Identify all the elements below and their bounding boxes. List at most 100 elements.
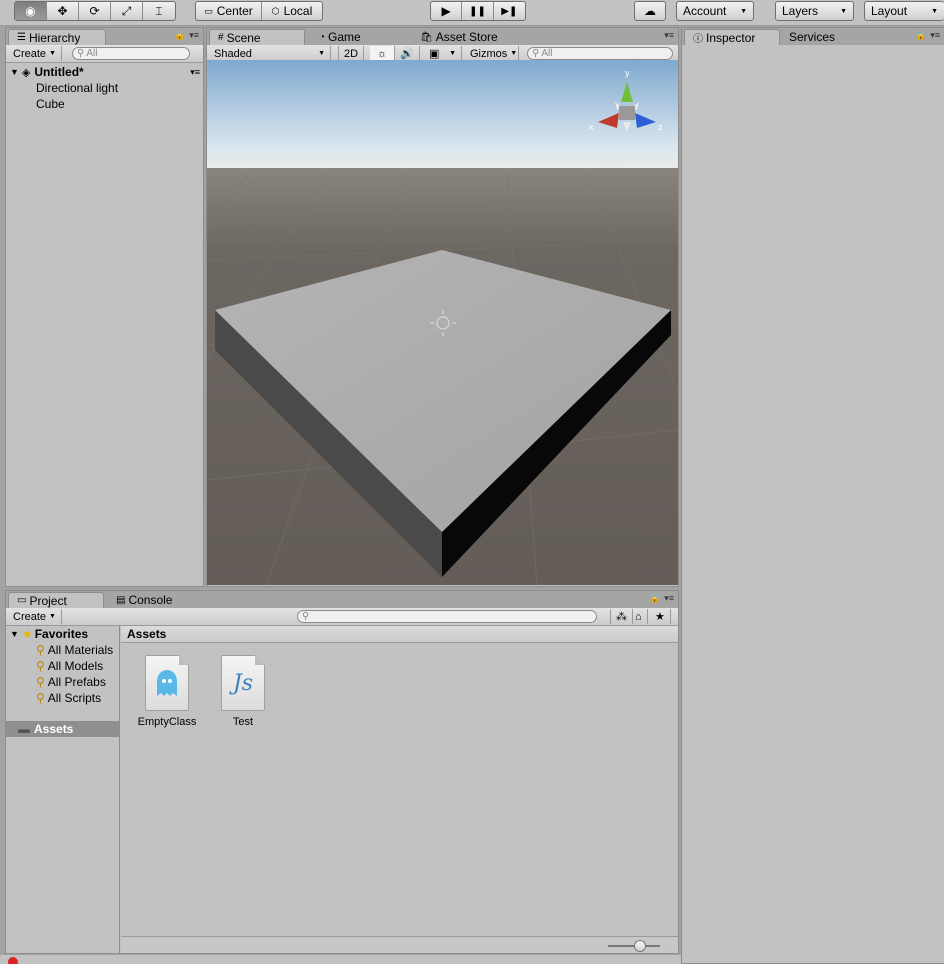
pause-icon: ❚❚	[469, 5, 486, 17]
project-toolbar: Create ▼ ⚲ ⁂ ⌂ ★	[6, 608, 678, 626]
scene-name: Untitled*	[34, 65, 84, 79]
panel-menu-icon[interactable]: ▾≡	[664, 30, 674, 41]
hierarchy-item-cube[interactable]: Cube	[36, 96, 65, 112]
hierarchy-search-input[interactable]: ⚲ All	[72, 47, 190, 60]
hierarchy-toolbar: Create ▼ ⚲ All	[6, 45, 203, 63]
scene-viewport[interactable]: y x z Persp	[207, 60, 678, 585]
project-search-input[interactable]: ⚲	[297, 610, 597, 623]
shading-mode-dropdown[interactable]: Shaded ▼	[209, 46, 331, 61]
eye-icon: ◉	[25, 4, 36, 18]
toggle-2d-button[interactable]: 2D	[338, 46, 364, 61]
slider-thumb[interactable]	[634, 940, 646, 952]
tab-asset-store[interactable]: 🛍 Asset Store	[412, 29, 506, 45]
hierarchy-tree: ▼ ◈ Untitled* ▾≡ Directional light Cube	[6, 63, 203, 583]
space-local-button[interactable]: ⬡ Local	[262, 2, 322, 20]
panel-menu-icon[interactable]: ▾≡	[930, 30, 940, 41]
layers-dropdown[interactable]: Layers ▼	[775, 1, 854, 21]
console-icon: ▤	[116, 594, 126, 606]
caret-down-icon: ▼	[510, 50, 518, 57]
tab-hierarchy[interactable]: ☰ Hierarchy	[8, 29, 106, 45]
tab-scene[interactable]: # Scene	[209, 29, 305, 45]
rotate-tool-button[interactable]: ⟳	[79, 2, 111, 20]
play-controls: ▶ ❚❚ ▶❚	[430, 1, 526, 21]
pivot-icon: ▭	[204, 5, 213, 16]
triangle-down-icon[interactable]: ▼	[10, 629, 19, 639]
pause-button[interactable]: ❚❚	[462, 2, 494, 20]
tab-inspector[interactable]: ⓘ Inspector	[684, 29, 780, 45]
tab-game[interactable]: ◔ Game	[311, 29, 369, 45]
layout-dropdown[interactable]: Layout ▼	[864, 1, 944, 21]
project-footer	[121, 936, 678, 953]
list-icon: ☰	[17, 32, 26, 43]
favorite-all-scripts[interactable]: ⚲ All Scripts	[36, 690, 101, 706]
assets-folder-row[interactable]: ▬ Assets	[6, 721, 119, 737]
asset-test-script[interactable]: Js Test	[213, 655, 273, 728]
favorite-all-prefabs[interactable]: ⚲ All Prefabs	[36, 674, 106, 690]
tab-services[interactable]: Services	[781, 29, 843, 45]
hierarchy-item-directional-light[interactable]: Directional light	[36, 80, 118, 96]
project-assets-view: Assets EmptyClass Js Test	[121, 626, 678, 953]
project-create-button[interactable]: Create ▼	[8, 609, 62, 624]
axis-y-label: y	[625, 68, 630, 78]
scale-tool-button[interactable]: ⤢	[111, 2, 143, 20]
lock-icon[interactable]: 🔒	[649, 593, 660, 604]
account-dropdown[interactable]: Account ▼	[676, 1, 754, 21]
caret-down-icon: ▼	[49, 50, 56, 57]
caret-down-icon: ▼	[318, 50, 325, 57]
error-icon[interactable]	[8, 957, 18, 964]
folder-icon: ▬	[18, 722, 30, 736]
scene-menu-icon[interactable]: ▾≡	[190, 67, 200, 78]
scene-root-row[interactable]: ▼ ◈ Untitled* ▾≡	[10, 64, 202, 80]
rect-tool-button[interactable]: ⌶	[143, 2, 175, 20]
persp-label[interactable]: Persp	[603, 158, 627, 168]
scene-canvas: y x z Persp	[207, 60, 678, 585]
scene-tabbar: # Scene ◔ Game 🛍 Asset Store ▾≡	[207, 28, 678, 45]
audio-toggle[interactable]: 🔊	[395, 46, 420, 61]
panel-menu-icon[interactable]: ▾≡	[664, 593, 674, 604]
caret-down-icon: ▼	[49, 613, 56, 620]
lock-icon[interactable]: 🔒	[915, 30, 926, 41]
filter-by-label-button[interactable]: ⌂	[630, 609, 648, 624]
play-icon: ▶	[441, 4, 451, 18]
scale-icon: ⤢	[121, 3, 132, 18]
inspector-panel: ⓘ Inspector Services 🔒 ▾≡	[681, 27, 944, 964]
hierarchy-panel: ☰ Hierarchy 🔒 ▾≡ Create ▼ ⚲ All ▼ ◈ Untitled…	[5, 27, 204, 587]
search-icon: ⚲	[36, 659, 45, 673]
transform-tools: ◉ ✥ ⟳ ⤢ ⌶	[14, 1, 176, 21]
project-tabbar: ▭ Project ▤ Console 🔒 ▾≡	[6, 591, 678, 608]
view-tool-button[interactable]: ◉	[15, 2, 47, 20]
favorite-all-materials[interactable]: ⚲ All Materials	[36, 642, 113, 658]
speaker-icon: 🔊	[400, 48, 414, 60]
search-icon: ⚲	[36, 691, 45, 705]
save-search-button[interactable]: ★	[650, 609, 671, 624]
triangle-down-icon[interactable]: ▼	[10, 67, 19, 77]
pivot-toggles: ▭ Center ⬡ Local	[195, 1, 323, 21]
favorite-all-models[interactable]: ⚲ All Models	[36, 658, 103, 674]
favorites-row[interactable]: ▼ ★ Favorites	[10, 626, 88, 642]
hierarchy-tabbar: ☰ Hierarchy 🔒 ▾≡	[6, 28, 203, 45]
move-icon: ✥	[57, 4, 68, 18]
step-icon: ▶❚	[501, 5, 518, 17]
hierarchy-create-button[interactable]: Create ▼	[8, 46, 62, 61]
pivot-center-button[interactable]: ▭ Center	[196, 2, 262, 20]
js-icon: Js	[232, 670, 254, 696]
move-tool-button[interactable]: ✥	[47, 2, 79, 20]
tab-console[interactable]: ▤ Console	[108, 592, 180, 608]
asset-empty-class[interactable]: EmptyClass	[137, 655, 197, 728]
caret-down-icon: ▼	[740, 7, 747, 15]
cloud-button[interactable]: ☁	[634, 1, 666, 21]
axis-z-label: z	[658, 122, 663, 132]
effects-dropdown[interactable]: ▣ ▼	[424, 46, 462, 61]
lighting-toggle[interactable]: ☼	[370, 46, 395, 61]
asset-label: EmptyClass	[137, 716, 197, 728]
play-button[interactable]: ▶	[431, 2, 463, 20]
gizmos-dropdown[interactable]: Gizmos ▼	[465, 46, 519, 61]
step-button[interactable]: ▶❚	[494, 2, 525, 20]
lock-icon[interactable]: 🔒	[174, 30, 185, 41]
sky	[207, 60, 678, 172]
scene-search-input[interactable]: ⚲ All	[527, 47, 673, 60]
panel-menu-icon[interactable]: ▾≡	[189, 30, 199, 41]
grid-icon: #	[218, 32, 224, 43]
tab-project[interactable]: ▭ Project	[8, 592, 104, 608]
info-icon: ⓘ	[693, 34, 703, 45]
